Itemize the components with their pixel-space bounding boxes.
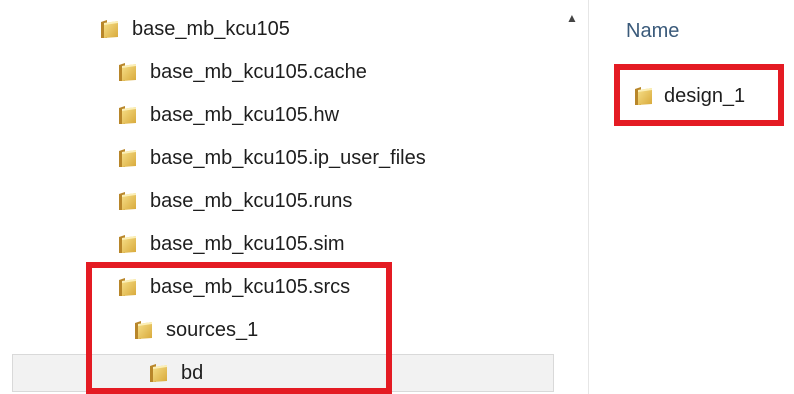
tree-item-label: base_mb_kcu105.hw bbox=[150, 103, 340, 126]
tree-item-label: sources_1 bbox=[166, 318, 259, 341]
file-item-label: design_1 bbox=[664, 84, 746, 107]
folder-icon bbox=[98, 18, 120, 40]
tree-item-ip-user-files[interactable]: base_mb_kcu105.ip_user_files bbox=[0, 139, 588, 177]
folder-icon bbox=[116, 190, 138, 212]
folder-icon bbox=[132, 319, 154, 341]
tree-item-runs[interactable]: base_mb_kcu105.runs bbox=[0, 182, 588, 220]
tree-item-sources-1[interactable]: sources_1 bbox=[0, 311, 588, 349]
tree-item-sim[interactable]: base_mb_kcu105.sim bbox=[0, 225, 588, 263]
tree-item-label: base_mb_kcu105.runs bbox=[150, 189, 353, 212]
folder-icon bbox=[116, 61, 138, 83]
tree-item-cache[interactable]: base_mb_kcu105.cache bbox=[0, 53, 588, 91]
tree-item-label: base_mb_kcu105.srcs bbox=[150, 275, 351, 298]
tree-item-label: bd bbox=[181, 361, 204, 384]
column-header-name[interactable]: Name bbox=[626, 20, 679, 43]
folder-icon bbox=[147, 362, 169, 384]
tree-item-label: base_mb_kcu105.cache bbox=[150, 60, 367, 83]
content-pane: Name design_1 bbox=[590, 0, 794, 394]
folder-icon bbox=[116, 276, 138, 298]
tree-item-srcs[interactable]: base_mb_kcu105.srcs bbox=[0, 268, 588, 306]
tree-item-hw[interactable]: base_mb_kcu105.hw bbox=[0, 96, 588, 134]
folder-icon bbox=[116, 233, 138, 255]
triangle-up-icon[interactable]: ▲ bbox=[558, 6, 586, 30]
navigation-pane[interactable]: base_mb_kcu105 base_mb_kcu105.cache base… bbox=[0, 0, 589, 394]
tree-item-label: base_mb_kcu105.sim bbox=[150, 232, 345, 255]
folder-icon bbox=[116, 147, 138, 169]
tree-item-bd[interactable]: bd bbox=[12, 354, 554, 392]
tree-item-label: base_mb_kcu105.ip_user_files bbox=[150, 146, 426, 169]
tree-item-label: base_mb_kcu105 bbox=[132, 17, 290, 40]
vertical-scrollbar[interactable]: ▲ bbox=[558, 0, 586, 394]
folder-icon bbox=[116, 104, 138, 126]
tree-item-base-mb-kcu105[interactable]: base_mb_kcu105 bbox=[0, 10, 588, 48]
folder-icon bbox=[632, 85, 654, 107]
file-item-design-1[interactable]: design_1 bbox=[632, 76, 745, 116]
file-explorer-window: base_mb_kcu105 base_mb_kcu105.cache base… bbox=[0, 0, 794, 394]
